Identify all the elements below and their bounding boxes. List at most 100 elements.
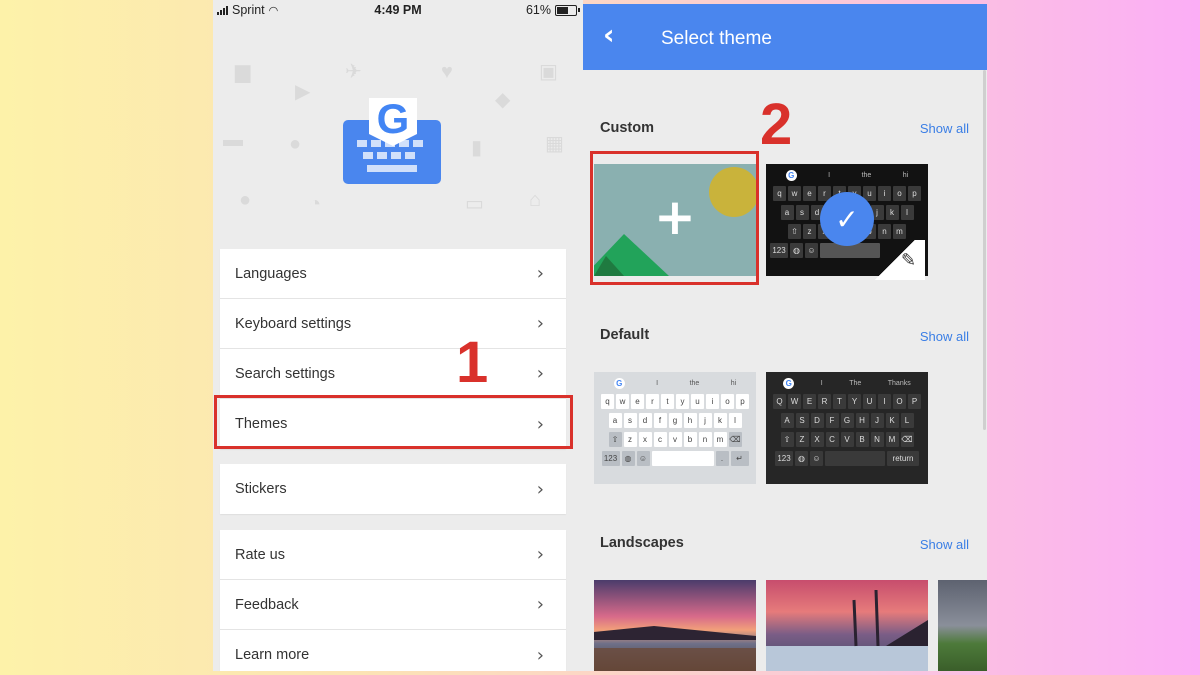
section-title-landscapes: Landscapes — [600, 535, 684, 551]
landscape-theme-green-hills[interactable] — [938, 580, 987, 671]
menu-item-feedback[interactable]: Feedback › — [220, 580, 566, 630]
battery-icon — [555, 4, 580, 16]
show-all-custom-link[interactable]: Show all — [920, 121, 969, 136]
key: m — [893, 224, 906, 239]
step-1-label: 1 — [456, 330, 489, 395]
google-g-icon: G — [785, 169, 797, 181]
add-icon: + — [654, 188, 696, 246]
key-row: ⇧ z x c v b n m ⌫ — [598, 432, 752, 447]
key: p — [736, 394, 749, 409]
key: N — [870, 432, 884, 447]
key: c — [653, 432, 667, 447]
key: V — [840, 432, 854, 447]
back-arrow-icon[interactable]: ‹ — [603, 21, 615, 49]
menu-item-themes[interactable]: Themes › — [220, 399, 566, 449]
clock-icon: ◔ — [309, 193, 322, 215]
space-key — [825, 451, 885, 466]
globe-icon: ◍ — [790, 243, 803, 258]
menu-item-languages[interactable]: Languages › — [220, 249, 566, 299]
emoji-icon: ☺ — [805, 243, 818, 258]
show-all-default-link[interactable]: Show all — [920, 329, 969, 344]
shift-key-icon: ⇧ — [608, 432, 622, 447]
section-title-default: Default — [600, 327, 650, 343]
emoji-icon: ☺ — [636, 451, 650, 466]
gboard-logo-icon: G — [343, 95, 441, 184]
key: R — [818, 394, 831, 409]
key-row: ⇧ Z X C V B N M ⌫ — [770, 432, 924, 447]
key: . — [715, 451, 729, 466]
key: n — [878, 224, 891, 239]
menu-item-label: Rate us — [235, 546, 285, 563]
key: q — [773, 186, 786, 201]
chevron-right-icon: › — [536, 413, 544, 435]
key: d — [638, 413, 652, 428]
menu-item-search-settings[interactable]: Search settings › — [220, 349, 566, 399]
key: I — [878, 394, 891, 409]
key: l — [900, 205, 914, 220]
key: e — [803, 186, 816, 201]
key: z — [803, 224, 816, 239]
menu-item-stickers[interactable]: Stickers › — [220, 464, 566, 514]
return-icon: ↵ — [730, 451, 749, 466]
menu-item-label: Stickers — [235, 481, 287, 497]
google-g-icon: G — [613, 377, 625, 389]
settings-group-main: Languages › Keyboard settings › Search s… — [220, 249, 566, 449]
menu-item-rate-us[interactable]: Rate us › — [220, 530, 566, 580]
ticket-icon: ▭ — [465, 193, 484, 215]
show-all-landscapes-link[interactable]: Show all — [920, 537, 969, 552]
chevron-right-icon: › — [536, 544, 544, 565]
battery-info: 61% — [526, 3, 580, 17]
play-icon: ▶ — [295, 81, 311, 103]
chevron-right-icon: › — [536, 363, 544, 384]
menu-item-label: Search settings — [235, 365, 335, 382]
scrollbar[interactable] — [983, 70, 986, 430]
briefcase-icon: ▆ — [235, 61, 251, 83]
key: g — [668, 413, 682, 428]
globe-icon: ◍ — [621, 451, 635, 466]
key: r — [646, 394, 659, 409]
key: w — [616, 394, 629, 409]
app-bar: ‹ Select theme — [583, 4, 987, 70]
menu-item-label: Feedback — [235, 596, 299, 613]
section-title-custom: Custom — [600, 120, 654, 136]
menu-item-label: Keyboard settings — [235, 315, 352, 332]
suggestion-strip: G I the hi — [770, 168, 924, 182]
key: Y — [848, 394, 861, 409]
settings-group-about: Rate us › Feedback › Learn more › — [220, 530, 566, 671]
create-custom-theme-button[interactable]: + — [594, 164, 756, 276]
status-bar: Sprint ◠ 4:49 PM 61% — [213, 0, 583, 22]
mic-icon: ▮ — [471, 137, 483, 159]
landscape-theme-lake-trees[interactable] — [766, 580, 928, 671]
default-light-theme[interactable]: G I the hi qwertyuiop asdfghjkl ⇧ z x c v b n m… — [594, 372, 756, 484]
key: O — [893, 394, 906, 409]
chevron-right-icon: › — [536, 644, 544, 666]
key-row: asdfghjkl — [598, 413, 752, 428]
menu-item-learn-more[interactable]: Learn more › — [220, 630, 566, 671]
key: i — [878, 186, 891, 201]
key: s — [623, 413, 637, 428]
menu-item-keyboard-settings[interactable]: Keyboard settings › — [220, 299, 566, 349]
key: U — [863, 394, 876, 409]
step-2-label: 2 — [760, 92, 793, 157]
image-icon: ▣ — [539, 61, 558, 83]
key: Q — [773, 394, 786, 409]
key: s — [795, 205, 809, 220]
suggestion: the — [861, 171, 872, 179]
suggestion-strip: G I the hi — [598, 376, 752, 390]
default-dark-theme[interactable]: G I The Thanks QWERTYUIOP ASDFGHJKL ⇧ Z X C… — [766, 372, 928, 484]
key: n — [698, 432, 712, 447]
backspace-icon: ⌫ — [728, 432, 742, 447]
edit-pencil-icon[interactable]: ✎ — [901, 250, 916, 271]
pin-icon: ● — [289, 133, 302, 155]
key: T — [833, 394, 846, 409]
key: B — [855, 432, 869, 447]
chevron-right-icon: › — [536, 263, 544, 284]
key: S — [795, 413, 809, 428]
key: h — [683, 413, 697, 428]
key: l — [728, 413, 742, 428]
key: x — [638, 432, 652, 447]
key: z — [623, 432, 637, 447]
key-row: QWERTYUIOP — [770, 394, 924, 409]
menu-item-label: Languages — [235, 265, 307, 282]
landscape-theme-sunset-beach[interactable] — [594, 580, 756, 671]
